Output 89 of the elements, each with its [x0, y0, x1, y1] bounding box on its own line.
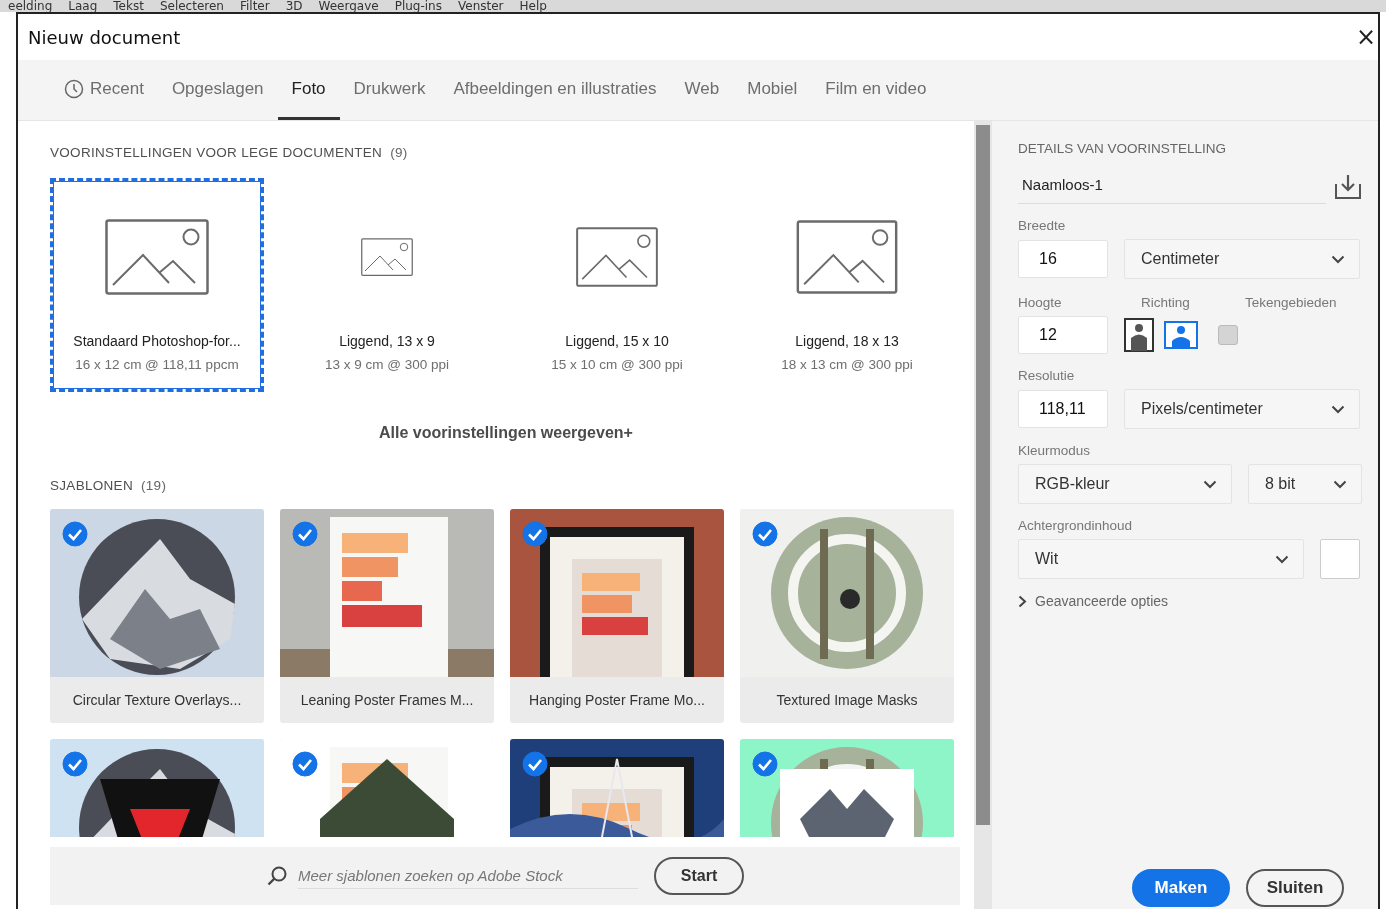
menu-item[interactable]: Weergave — [318, 0, 379, 12]
chevron-right-icon — [1018, 594, 1027, 608]
field-label: Tekengebieden — [1245, 295, 1337, 310]
clock-icon — [64, 78, 84, 99]
preset-card[interactable]: Liggend, 18 x 13 18 x 13 cm @ 300 ppi — [740, 178, 954, 392]
preset-name: Liggend, 15 x 10 — [565, 333, 669, 349]
artboards-checkbox[interactable] — [1218, 325, 1238, 345]
background-dropdown[interactable]: Wit — [1018, 539, 1304, 579]
preset-card[interactable]: Standaard Photoshop-for... 16 x 12 cm @ 118,11 ppcm — [50, 178, 264, 392]
menu-item[interactable]: Selecteren — [159, 0, 224, 12]
color-mode-dropdown[interactable]: RGB-kleur — [1018, 464, 1232, 504]
color-swatch[interactable] — [1320, 539, 1360, 579]
preset-card[interactable]: Liggend, 15 x 10 15 x 10 cm @ 300 ppi — [510, 178, 724, 392]
menu-item[interactable]: 3D — [285, 0, 303, 12]
save-preset-icon[interactable] — [1334, 174, 1362, 200]
scrollbar-thumb[interactable] — [976, 125, 991, 825]
field-label: Breedte — [1018, 218, 1067, 233]
template-title: Textured Image Masks — [775, 691, 919, 710]
checkmark-icon[interactable] — [292, 521, 318, 547]
start-button[interactable]: Start — [654, 857, 745, 895]
bit-depth-dropdown[interactable]: 8 bit — [1248, 464, 1362, 504]
checkmark-icon[interactable] — [752, 751, 778, 777]
tab[interactable]: Drukwerk — [339, 60, 440, 120]
chevron-down-icon — [1333, 479, 1347, 489]
section-heading: SJABLONEN — [50, 478, 133, 493]
field-label: Richting — [1141, 295, 1191, 310]
preset-size: 18 x 13 cm @ 300 ppi — [781, 357, 913, 372]
image-icon — [361, 238, 413, 276]
preset-count: (9) — [390, 145, 408, 160]
advanced-options-toggle[interactable]: Geavanceerde opties — [1018, 593, 1362, 609]
template-title: Hanging Poster Frame Mo... — [528, 691, 706, 710]
checkmark-icon[interactable] — [522, 521, 548, 547]
tab[interactable]: Opgeslagen — [157, 60, 278, 120]
preset-card[interactable]: Liggend, 13 x 9 13 x 9 cm @ 300 ppi — [280, 178, 494, 392]
orientation-button[interactable] — [1124, 318, 1154, 352]
create-button[interactable]: Maken — [1132, 869, 1230, 907]
image-icon — [795, 220, 899, 294]
stock-search-field[interactable]: Meer sjablonen zoeken op Adobe Stock — [298, 863, 639, 889]
chevron-down-icon — [1331, 404, 1345, 414]
section-heading: VOORINSTELLINGEN VOOR LEGE DOCUMENTEN — [50, 145, 383, 160]
preset-size: 13 x 9 cm @ 300 ppi — [325, 357, 449, 372]
preset-name: Liggend, 18 x 13 — [795, 333, 899, 349]
menu-item[interactable]: Laag — [68, 0, 98, 12]
tab[interactable]: Afbeeldingen en illustraties — [439, 60, 671, 120]
tab[interactable]: Web — [670, 60, 734, 120]
template-card[interactable]: Leaning Poster Frames M... — [280, 509, 494, 723]
field-label: Kleurmodus — [1018, 443, 1092, 458]
preset-name: Standaard Photoshop-for... — [73, 333, 241, 349]
field-label: Resolutie — [1018, 368, 1076, 383]
checkmark-icon[interactable] — [62, 751, 88, 777]
search-icon — [266, 865, 289, 887]
unit-dropdown[interactable]: Centimeter — [1124, 239, 1360, 279]
template-title: Circular Texture Overlays... — [71, 691, 243, 710]
template-card[interactable]: Circular Texture Overlays... — [50, 509, 264, 723]
checkmark-icon[interactable] — [292, 751, 318, 777]
panel-heading: DETAILS VAN VOORINSTELLING — [1018, 141, 1228, 156]
menu-item[interactable]: Plug-ins — [394, 0, 442, 12]
field-label: Achtergrondinhoud — [1018, 518, 1134, 533]
tab[interactable]: Mobiel — [733, 60, 812, 120]
resolution-field[interactable]: 118,11 — [1018, 390, 1108, 428]
menu-item[interactable]: eelding — [8, 0, 53, 12]
chevron-down-icon — [1331, 254, 1345, 264]
preset-size: 15 x 10 cm @ 300 ppi — [551, 357, 683, 372]
close-button[interactable]: × — [1355, 25, 1376, 49]
template-count: (19) — [141, 478, 167, 493]
tab[interactable]: Film en video — [811, 60, 941, 120]
preset-size: 16 x 12 cm @ 118,11 ppcm — [75, 357, 239, 372]
field-label: Hoogte — [1018, 295, 1063, 310]
template-title: Leaning Poster Frames M... — [299, 691, 475, 710]
chevron-down-icon — [1275, 554, 1289, 564]
chevron-down-icon — [1203, 479, 1217, 489]
unit-dropdown[interactable]: Pixels/centimeter — [1124, 389, 1360, 429]
document-name-field[interactable]: Naamloos-1 — [1018, 170, 1326, 204]
checkmark-icon[interactable] — [522, 751, 548, 777]
show-all-link[interactable]: Alle voorinstellingen weergeven+ — [379, 424, 633, 442]
template-card[interactable]: Hanging Poster Frame Mo... — [510, 509, 724, 723]
menu-item[interactable]: Tekst — [113, 0, 144, 12]
menu-item[interactable]: Venster — [458, 0, 504, 12]
height-field[interactable]: 12 — [1018, 316, 1108, 354]
window-title: Nieuw document — [28, 26, 181, 48]
width-field[interactable]: 16 — [1018, 240, 1108, 278]
checkmark-icon[interactable] — [62, 521, 88, 547]
tab[interactable]: Recent — [50, 60, 158, 120]
menu-item[interactable]: Filter — [239, 0, 270, 12]
close-dialog-button[interactable]: Sluiten — [1246, 869, 1344, 907]
image-icon — [105, 219, 209, 295]
menu-item[interactable]: Help — [519, 0, 547, 12]
preset-name: Liggend, 13 x 9 — [339, 333, 435, 349]
checkmark-icon[interactable] — [752, 521, 778, 547]
